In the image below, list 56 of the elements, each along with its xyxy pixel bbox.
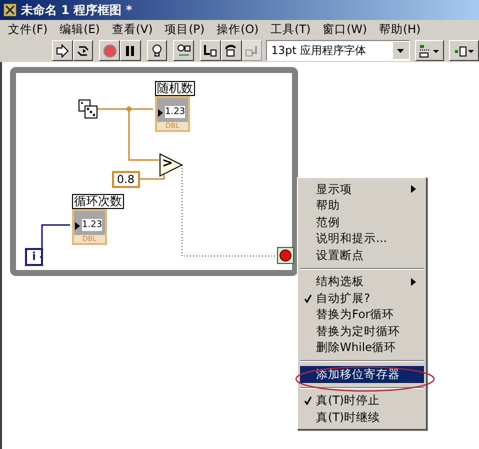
align-button[interactable] xyxy=(414,40,444,61)
loop-arrows-icon xyxy=(76,44,90,58)
menu-item[interactable]: 删除While循环 xyxy=(300,340,424,356)
menu-item[interactable]: 真(T)时停止 xyxy=(300,392,424,409)
lightbulb-icon xyxy=(150,44,164,58)
step-over-button[interactable] xyxy=(220,40,242,61)
menu-item[interactable]: 帮助(H) xyxy=(373,22,427,37)
numeric-constant[interactable]: 0.8 xyxy=(112,171,140,188)
step-over-icon xyxy=(224,44,238,58)
menu-item[interactable]: 查看(V) xyxy=(106,22,159,37)
menu-item[interactable]: 替换为For循环 xyxy=(300,306,424,323)
wire xyxy=(40,224,70,258)
menu-item[interactable]: 真(T)时继续 xyxy=(300,409,424,426)
run-continuously-button[interactable] xyxy=(72,40,94,61)
wire-junction xyxy=(126,106,132,112)
font-dropdown[interactable]: 13pt 应用程序字体 xyxy=(266,40,410,61)
menu-item[interactable]: 窗口(W) xyxy=(316,22,373,37)
stop-circle-icon xyxy=(102,44,117,58)
probe-icon xyxy=(176,44,191,58)
menu-item[interactable]: 项目(P) xyxy=(158,22,211,37)
menu-item[interactable]: 说明和提示... xyxy=(300,230,424,247)
step-into-button[interactable] xyxy=(200,40,221,61)
indicator-label: 随机数 xyxy=(155,81,195,96)
run-button[interactable] xyxy=(52,40,73,61)
highlight-button[interactable] xyxy=(146,40,168,61)
abort-button[interactable] xyxy=(99,40,120,61)
menu-item[interactable]: 替换为定时循环 xyxy=(300,323,424,340)
stop-terminal[interactable] xyxy=(277,247,294,264)
align-icon xyxy=(418,44,441,58)
menu-item[interactable]: 结构选板 xyxy=(300,274,424,290)
caret-icon xyxy=(397,48,404,52)
menu-item[interactable]: 帮助 xyxy=(300,198,424,214)
wire xyxy=(97,108,159,161)
app-icon xyxy=(3,3,17,17)
menu-item[interactable]: 自动扩展? xyxy=(300,290,424,306)
distribute-button[interactable] xyxy=(449,40,479,61)
menu-item[interactable]: 文件(F) xyxy=(2,22,54,37)
menu-item[interactable]: 编辑(E) xyxy=(54,22,106,37)
menu-item[interactable]: 添加移位寄存器 xyxy=(300,366,424,382)
indicator-label: 循环次数 xyxy=(72,194,124,209)
retain-button[interactable] xyxy=(173,40,194,61)
menu-item[interactable]: 工具(T) xyxy=(264,22,317,37)
pause-button[interactable] xyxy=(120,40,141,61)
step-into-icon xyxy=(203,44,218,58)
dice-icon xyxy=(78,99,98,119)
menu-item[interactable]: 设置断点 xyxy=(300,247,424,264)
window-title: 未命名 1 程序框图 * xyxy=(21,2,132,18)
menu-item[interactable]: 显示项 xyxy=(300,181,424,198)
step-out-icon xyxy=(244,44,259,58)
while-loop-frame[interactable] xyxy=(10,67,298,276)
iteration-terminal: i xyxy=(25,248,43,266)
greater-than-node[interactable]: > xyxy=(159,153,183,177)
distribute-icon xyxy=(453,44,476,58)
arrow-icon xyxy=(55,44,70,58)
menu-item[interactable]: 操作(O) xyxy=(210,22,265,37)
menu-item[interactable]: 范例 xyxy=(300,214,424,230)
